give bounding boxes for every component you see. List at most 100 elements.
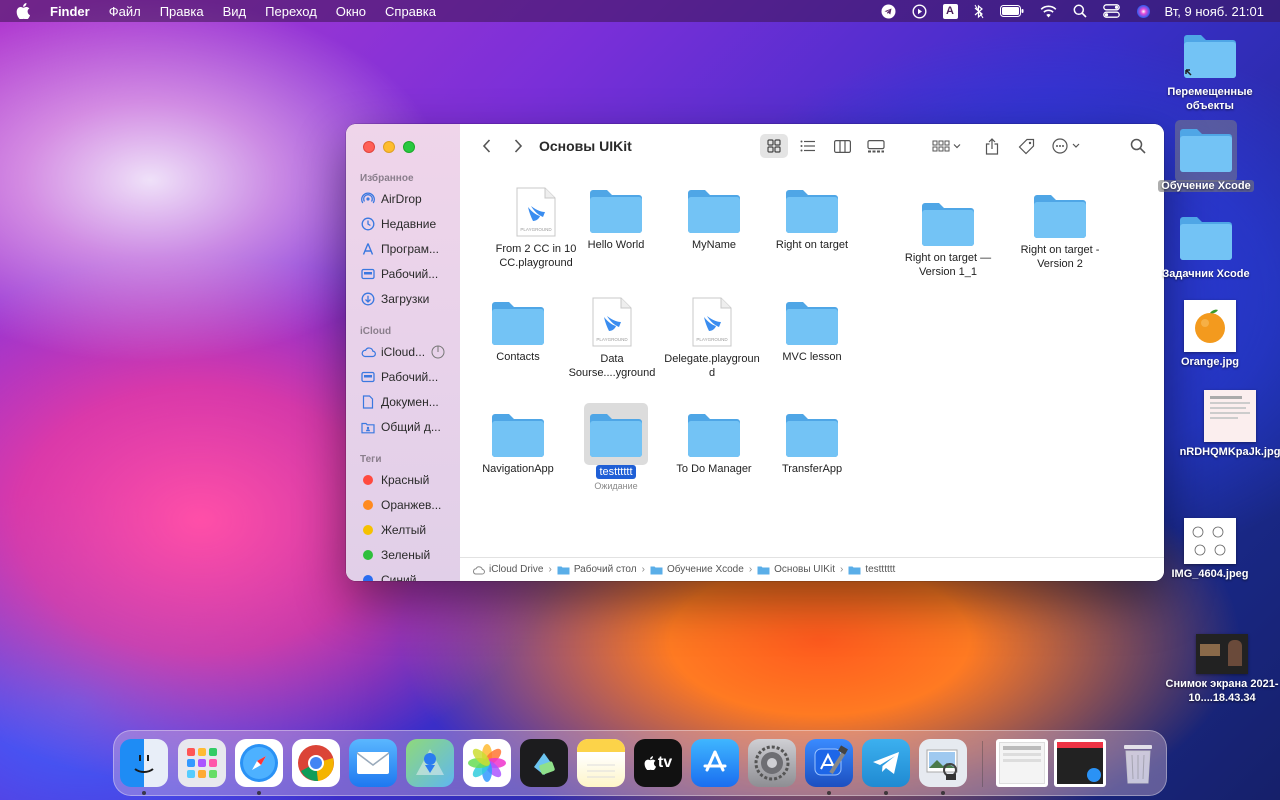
- dock-safari-icon[interactable]: [235, 739, 283, 787]
- playground-file-icon: PLAYGROUND: [516, 187, 556, 237]
- desktop-image-file[interactable]: Orange.jpg: [1162, 300, 1258, 369]
- spotlight-search-icon[interactable]: [1073, 4, 1087, 18]
- sidebar-item-desktop[interactable]: Рабочий...: [360, 264, 456, 284]
- dock-minimized-window[interactable]: [1054, 739, 1106, 787]
- folder-item[interactable]: Right on target: [764, 187, 860, 252]
- dock-minimized-window[interactable]: [996, 739, 1048, 787]
- share-icon[interactable]: [980, 134, 1004, 158]
- sidebar-item-icloud-desktop[interactable]: Рабочий...: [360, 367, 456, 387]
- input-source-icon[interactable]: A: [942, 3, 958, 19]
- column-view-button[interactable]: [828, 134, 856, 158]
- folder-icon: [757, 566, 770, 574]
- forward-icon[interactable]: [510, 137, 526, 155]
- dock-mail-icon[interactable]: [349, 739, 397, 787]
- menubar-clock[interactable]: Вт, 9 нояб. 21:01: [1165, 4, 1264, 19]
- path-segment[interactable]: Обучение Xcode: [650, 564, 744, 575]
- sidebar-tag-orange[interactable]: Оранжев...: [360, 495, 456, 515]
- dock-telegram-icon[interactable]: [862, 739, 910, 787]
- path-segment[interactable]: testttttt: [848, 564, 895, 575]
- desktop-folder[interactable]: Задачник Xcode: [1158, 214, 1254, 281]
- dock-notes-icon[interactable]: [577, 739, 625, 787]
- desktop-folder[interactable]: Перемещенные объекты: [1162, 32, 1258, 113]
- search-icon[interactable]: [1126, 134, 1150, 158]
- path-segment[interactable]: Рабочий стол: [557, 564, 637, 575]
- path-segment[interactable]: iCloud Drive: [472, 564, 543, 575]
- zoom-button[interactable]: [403, 141, 415, 153]
- folder-item-selected[interactable]: testttttt Ожидание: [568, 411, 664, 491]
- sidebar-item-recents[interactable]: Недавние: [360, 214, 456, 234]
- file-item[interactable]: PLAYGROUND Data Sourse....yground: [564, 297, 660, 380]
- folder-item[interactable]: Hello World: [568, 187, 664, 252]
- tag-dot-icon: [363, 475, 373, 485]
- gallery-view-button[interactable]: [862, 134, 890, 158]
- folder-item[interactable]: MyName: [666, 187, 762, 252]
- desktop-image-file[interactable]: IMG_4604.jpeg: [1162, 518, 1258, 581]
- play-status-icon[interactable]: [912, 3, 927, 19]
- sidebar-tag-red[interactable]: Красный: [360, 470, 456, 490]
- folder-item[interactable]: MVC lesson: [764, 299, 860, 364]
- sidebar-tag-green[interactable]: Зеленый: [360, 545, 456, 565]
- folder-item[interactable]: Right on target - Version 2: [1010, 192, 1110, 271]
- sidebar-tag-yellow[interactable]: Желтый: [360, 520, 456, 540]
- dock-xcode-tools-icon[interactable]: [520, 739, 568, 787]
- menu-file[interactable]: Файл: [109, 4, 141, 19]
- menu-window[interactable]: Окно: [336, 4, 366, 19]
- dock-launchpad-icon[interactable]: [178, 739, 226, 787]
- dock-app-store-icon[interactable]: [691, 739, 739, 787]
- sidebar-item-airdrop[interactable]: AirDrop: [360, 189, 456, 209]
- desktop-icon: [360, 266, 376, 282]
- desktop-item-label: Задачник Xcode: [1162, 268, 1250, 280]
- dock-xcode-icon[interactable]: [805, 739, 853, 787]
- menu-view[interactable]: Вид: [223, 4, 247, 19]
- sidebar-tag-blue[interactable]: Синий: [360, 570, 456, 581]
- folder-label: Right on target — Version 1_1: [904, 252, 992, 278]
- sidebar-item-applications[interactable]: Програм...: [360, 239, 456, 259]
- siri-icon[interactable]: [1136, 4, 1151, 19]
- minimize-button[interactable]: [383, 141, 395, 153]
- menu-go[interactable]: Переход: [265, 4, 317, 19]
- dock-finder-icon[interactable]: [120, 739, 168, 787]
- tag-icon[interactable]: [1014, 134, 1038, 158]
- group-by-button[interactable]: [928, 134, 966, 158]
- sidebar-item-documents[interactable]: Докумен...: [360, 392, 456, 412]
- wifi-icon[interactable]: [1040, 5, 1057, 18]
- menu-help[interactable]: Справка: [385, 4, 436, 19]
- apple-menu-icon[interactable]: [16, 3, 32, 19]
- image-thumbnail: [1184, 300, 1236, 352]
- file-item[interactable]: PLAYGROUND Delegate.playground: [662, 297, 762, 380]
- menu-app-name[interactable]: Finder: [50, 4, 90, 19]
- telegram-status-icon[interactable]: [881, 4, 896, 19]
- folder-label: Right on target - Version 2: [1020, 244, 1100, 270]
- dock-tv-icon[interactable]: tv: [634, 739, 682, 787]
- battery-icon[interactable]: [999, 5, 1024, 17]
- sidebar-item-shared[interactable]: Общий д...: [360, 417, 456, 437]
- folder-item[interactable]: Contacts: [470, 299, 566, 364]
- folder-item[interactable]: NavigationApp: [470, 411, 566, 476]
- desktop-folder-selected[interactable]: Обучение Xcode: [1158, 126, 1254, 193]
- dock-trash-icon[interactable]: [1114, 739, 1162, 787]
- folder-item[interactable]: TransferApp: [764, 411, 860, 476]
- dock-preview-icon[interactable]: [919, 739, 967, 787]
- dock-chrome-icon[interactable]: [292, 739, 340, 787]
- sync-progress-icon: [431, 345, 445, 359]
- folder-item[interactable]: Right on target — Version 1_1: [898, 200, 998, 279]
- control-center-icon[interactable]: [1102, 4, 1120, 18]
- icon-view-button[interactable]: [760, 134, 788, 158]
- folder-icon: [848, 566, 861, 574]
- back-icon[interactable]: [478, 137, 494, 155]
- sidebar-item-icloud-drive[interactable]: iCloud...: [360, 342, 456, 362]
- list-view-button[interactable]: [794, 134, 822, 158]
- dock-system-preferences-icon[interactable]: [748, 739, 796, 787]
- path-segment[interactable]: Основы UIKit: [757, 564, 835, 575]
- close-button[interactable]: [363, 141, 375, 153]
- more-actions-button[interactable]: [1050, 134, 1086, 158]
- folder-item[interactable]: To Do Manager: [666, 411, 762, 476]
- dock-photos-icon[interactable]: [463, 739, 511, 787]
- sidebar-item-downloads[interactable]: Загрузки: [360, 289, 456, 309]
- menu-edit[interactable]: Правка: [160, 4, 204, 19]
- dock-maps-icon[interactable]: [406, 739, 454, 787]
- desktop-image-file[interactable]: Снимок экрана 2021-10....18.43.34: [1164, 634, 1280, 705]
- bluetooth-icon[interactable]: [974, 4, 984, 19]
- folder-icon: [1034, 195, 1086, 238]
- desktop-image-file[interactable]: nRDHQMKpaJk.jpg: [1172, 390, 1280, 459]
